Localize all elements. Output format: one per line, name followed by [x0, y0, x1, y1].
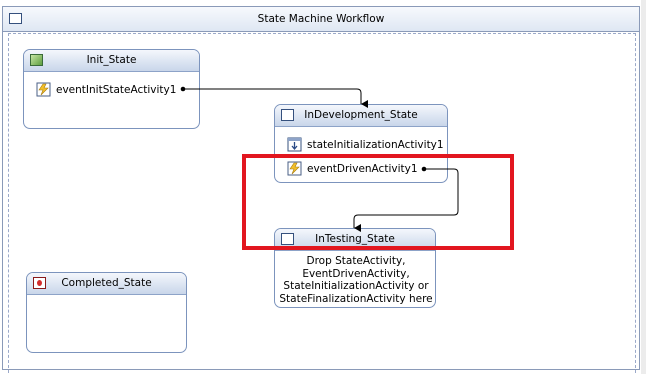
- designer-canvas: State Machine Workflow Init_State eventI…: [0, 0, 646, 374]
- highlight-box: [242, 154, 514, 250]
- transition-init-to-indevelopment[interactable]: [180, 86, 368, 108]
